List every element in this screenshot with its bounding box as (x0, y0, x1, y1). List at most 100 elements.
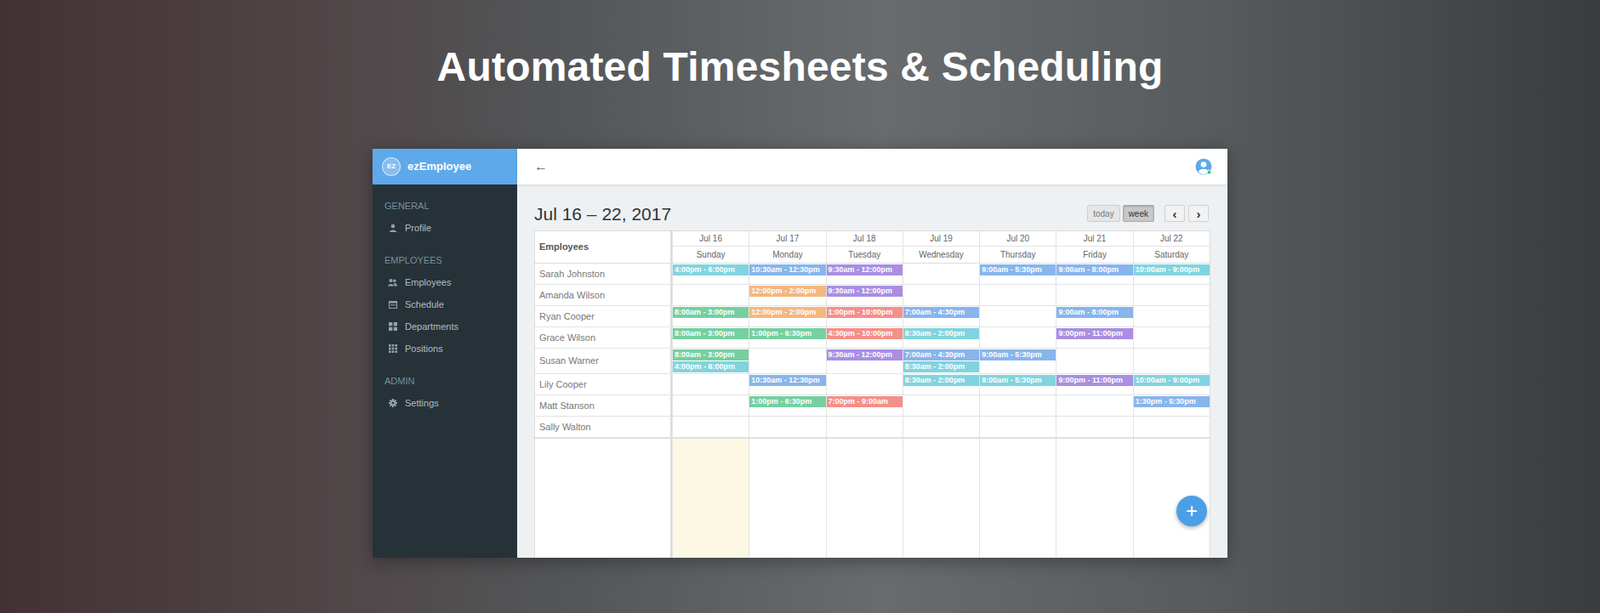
shift[interactable]: 9:00am - 5:30pm (979, 264, 1056, 276)
shift[interactable]: 1:30pm - 5:30pm (1133, 396, 1210, 408)
day-cell[interactable] (1133, 416, 1210, 438)
shift[interactable]: 9:00pm - 11:00pm (1056, 375, 1133, 387)
day-cell[interactable] (902, 395, 980, 416)
day-cell[interactable] (671, 416, 749, 438)
day-cell[interactable]: 1:00pm - 6:30pm (748, 395, 826, 416)
day-cell[interactable]: 10:30am - 12:30pm (748, 374, 826, 395)
brand[interactable]: EZezEmployee (372, 148, 518, 185)
day-cell[interactable]: 12:00pm - 2:00pm (748, 306, 826, 327)
day-cell[interactable]: 9:00am - 5:30pm (979, 348, 1056, 374)
day-cell[interactable]: 9:00am - 8:00pm (1055, 306, 1133, 327)
shift[interactable]: 9:30am - 12:00pm (826, 285, 903, 297)
view-button[interactable]: today (1087, 204, 1120, 223)
shift[interactable]: 1:00pm - 6:30pm (749, 396, 826, 408)
sidebar-item[interactable]: Positions (372, 337, 518, 360)
shift[interactable]: 4:00pm - 6:00pm (672, 264, 749, 276)
day-cell[interactable] (979, 284, 1056, 306)
day-cell[interactable]: 9:30am - 12:00pm (825, 263, 903, 285)
day-cell[interactable] (825, 416, 903, 438)
shift[interactable]: 4:30pm - 10:00pm (826, 328, 903, 340)
day-cell[interactable]: 1:00pm - 10:00pm (825, 306, 903, 327)
day-cell[interactable] (748, 348, 826, 374)
shift[interactable]: 12:00pm - 2:00pm (749, 307, 826, 319)
prev-button[interactable]: ‹ (1164, 204, 1185, 223)
day-cell[interactable] (979, 395, 1056, 416)
day-cell[interactable]: 10:30am - 12:30pm (748, 263, 826, 285)
day-cell[interactable] (902, 263, 980, 285)
day-cell[interactable]: 9:00am - 5:30pm (979, 263, 1056, 285)
day-cell[interactable]: 7:00am - 4:30pm (902, 306, 980, 327)
shift[interactable]: 12:00pm - 2:00pm (749, 285, 826, 297)
day-cell[interactable] (902, 284, 980, 306)
day-cell[interactable]: 8:00am - 3:00pm (671, 306, 749, 327)
day-cell[interactable] (671, 284, 749, 306)
day-cell[interactable] (825, 374, 903, 395)
day-cell[interactable]: 10:00am - 9:00pm (1133, 374, 1210, 395)
employee-name[interactable]: Lily Cooper (539, 377, 587, 393)
shift[interactable]: 1:00pm - 6:30pm (749, 328, 826, 340)
user-avatar-icon[interactable] (1195, 158, 1213, 176)
shift[interactable]: 10:00am - 9:00pm (1133, 264, 1210, 276)
day-cell[interactable] (1133, 348, 1210, 374)
shift[interactable]: 7:00am - 4:30pm (903, 349, 980, 361)
shift[interactable]: 9:00pm - 11:00pm (1056, 328, 1133, 340)
day-cell[interactable] (1133, 284, 1210, 306)
day-cell[interactable] (1055, 348, 1133, 374)
shift[interactable]: 8:00am - 3:00pm (672, 349, 749, 361)
employee-name[interactable]: Matt Stanson (539, 398, 595, 414)
sidebar-item[interactable]: Schedule (372, 293, 518, 316)
shift[interactable]: 9:30am - 12:00pm (826, 349, 903, 361)
shift[interactable]: 7:00am - 4:30pm (903, 307, 980, 319)
employee-name[interactable]: Ryan Cooper (539, 309, 595, 325)
day-cell[interactable]: 8:00am - 3:00pm (671, 327, 749, 348)
sidebar-item[interactable]: Departments (372, 315, 518, 338)
shift[interactable]: 10:30am - 12:30pm (749, 375, 826, 387)
day-cell[interactable] (1055, 416, 1133, 438)
sidebar-item[interactable]: Settings (372, 392, 518, 415)
sidebar-item[interactable]: Profile (372, 216, 518, 240)
shift[interactable]: 8:00am - 3:00pm (672, 307, 749, 319)
shift[interactable]: 1:00pm - 10:00pm (826, 307, 903, 319)
shift[interactable]: 8:30am - 2:00pm (903, 361, 980, 373)
employee-name[interactable]: Sarah Johnston (539, 267, 605, 282)
back-button[interactable]: ← (534, 159, 548, 174)
add-button[interactable]: + (1176, 495, 1208, 527)
day-cell[interactable]: 8:30am - 2:00pm (902, 374, 980, 395)
shift[interactable]: 9:30am - 12:00pm (826, 264, 903, 276)
employee-name[interactable]: Susan Warner (539, 353, 599, 369)
day-cell[interactable] (671, 374, 749, 395)
sidebar-item[interactable]: Employees (372, 271, 518, 294)
day-cell[interactable]: 1:00pm - 6:30pm (748, 327, 826, 348)
day-cell[interactable]: 9:30am - 12:00pm (825, 348, 903, 374)
day-cell[interactable]: 9:30am - 12:00pm (825, 284, 903, 306)
shift[interactable]: 9:00am - 5:30pm (979, 349, 1056, 361)
day-cell[interactable] (748, 416, 826, 438)
day-cell[interactable]: 4:00pm - 6:00pm (671, 263, 749, 285)
day-cell[interactable]: 9:00pm - 11:00pm (1055, 374, 1133, 395)
day-cell[interactable] (1055, 284, 1133, 306)
day-cell[interactable]: 7:00am - 4:30pm8:30am - 2:00pm (902, 348, 980, 374)
day-cell[interactable]: 8:00am - 3:00pm4:00pm - 6:00pm (671, 348, 749, 374)
day-cell[interactable] (902, 416, 980, 438)
shift[interactable]: 8:00am - 3:00pm (672, 328, 749, 340)
next-button[interactable]: › (1188, 204, 1209, 223)
employee-name[interactable]: Amanda Wilson (539, 288, 605, 303)
shift[interactable]: 10:30am - 12:30pm (749, 264, 826, 276)
view-button[interactable]: week (1122, 204, 1155, 223)
shift[interactable]: 7:00pm - 9:00am (826, 396, 903, 408)
day-cell[interactable] (1055, 395, 1133, 416)
day-cell[interactable] (979, 306, 1056, 327)
shift[interactable]: 9:00am - 8:00pm (1056, 307, 1133, 319)
day-cell[interactable] (671, 395, 749, 416)
shift[interactable]: 9:00am - 5:30pm (979, 375, 1056, 387)
day-cell[interactable] (979, 416, 1056, 438)
day-cell[interactable]: 10:00am - 9:00pm (1133, 263, 1210, 285)
day-cell[interactable] (1133, 306, 1210, 327)
shift[interactable]: 9:00am - 8:00pm (1056, 264, 1133, 276)
day-cell[interactable]: 12:00pm - 2:00pm (748, 284, 826, 306)
employee-name[interactable]: Sally Walton (539, 420, 592, 435)
shift[interactable]: 8:30am - 2:00pm (903, 328, 980, 340)
employee-name[interactable]: Grace Wilson (539, 330, 596, 346)
day-cell[interactable] (1133, 327, 1210, 348)
shift[interactable]: 10:00am - 9:00pm (1133, 375, 1210, 387)
